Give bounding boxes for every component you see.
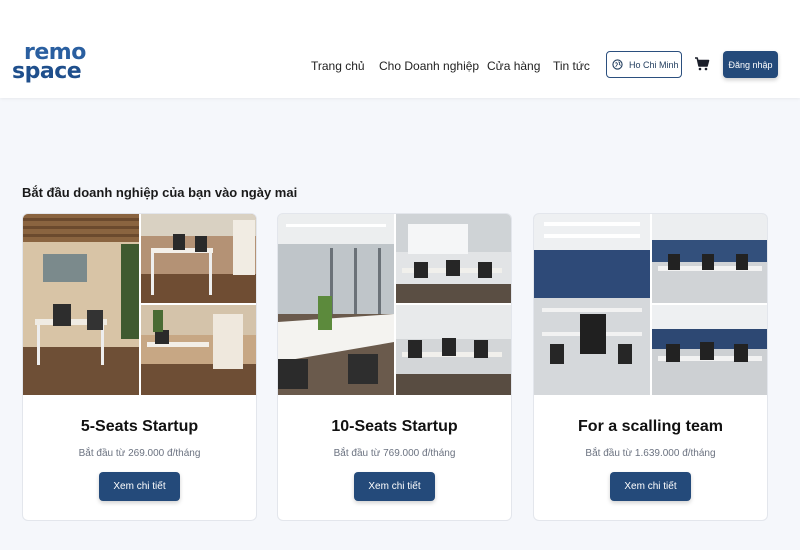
plan-card-scaling-team[interactable]: For a scalling team Bắt đầu từ 1.639.000… (533, 213, 768, 521)
section-title: Bắt đầu doanh nghiệp của bạn vào ngày ma… (22, 185, 298, 200)
plan-name: For a scalling team (578, 418, 723, 435)
plan-card-5-seats[interactable]: 5-Seats Startup Bắt đầu từ 269.000 đ/thá… (22, 213, 257, 521)
view-details-button[interactable]: Xem chi tiết (99, 472, 180, 501)
nav-item-news[interactable]: Tin tức (553, 59, 590, 73)
plan-name: 10-Seats Startup (331, 418, 458, 435)
plan-card-10-seats[interactable]: 10-Seats Startup Bắt đầu từ 769.000 đ/th… (277, 213, 512, 521)
city-label: Ho Chi Minh (629, 59, 679, 70)
plan-price: Bắt đầu từ 1.639.000 đ/tháng (585, 448, 716, 459)
nav-item-business[interactable]: Cho Doanh nghiệp (379, 59, 479, 73)
view-details-button[interactable]: Xem chi tiết (610, 472, 691, 501)
view-details-button[interactable]: Xem chi tiết (354, 472, 435, 501)
remo-space-logo[interactable]: remo space (12, 42, 92, 86)
plan-name: 5-Seats Startup (80, 418, 199, 435)
login-button[interactable]: Đăng nhập (723, 51, 778, 78)
cart-icon[interactable] (694, 57, 710, 71)
nav-item-home[interactable]: Trang chủ (311, 59, 365, 73)
plan-price: Bắt đầu từ 769.000 đ/tháng (333, 448, 456, 459)
plan-price: Bắt đầu từ 269.000 đ/tháng (78, 448, 201, 459)
office-photo-gallery (278, 214, 511, 395)
city-selector-button[interactable]: Ho Chi Minh (606, 51, 682, 78)
logo-line-2: space (12, 59, 82, 84)
office-photo-gallery (23, 214, 256, 395)
office-photo-gallery (534, 214, 767, 395)
site-header: remo space Trang chủ Cho Doanh nghiệp Cử… (0, 0, 800, 98)
nav-item-store[interactable]: Cửa hàng (487, 59, 540, 73)
globe-icon (612, 59, 623, 70)
